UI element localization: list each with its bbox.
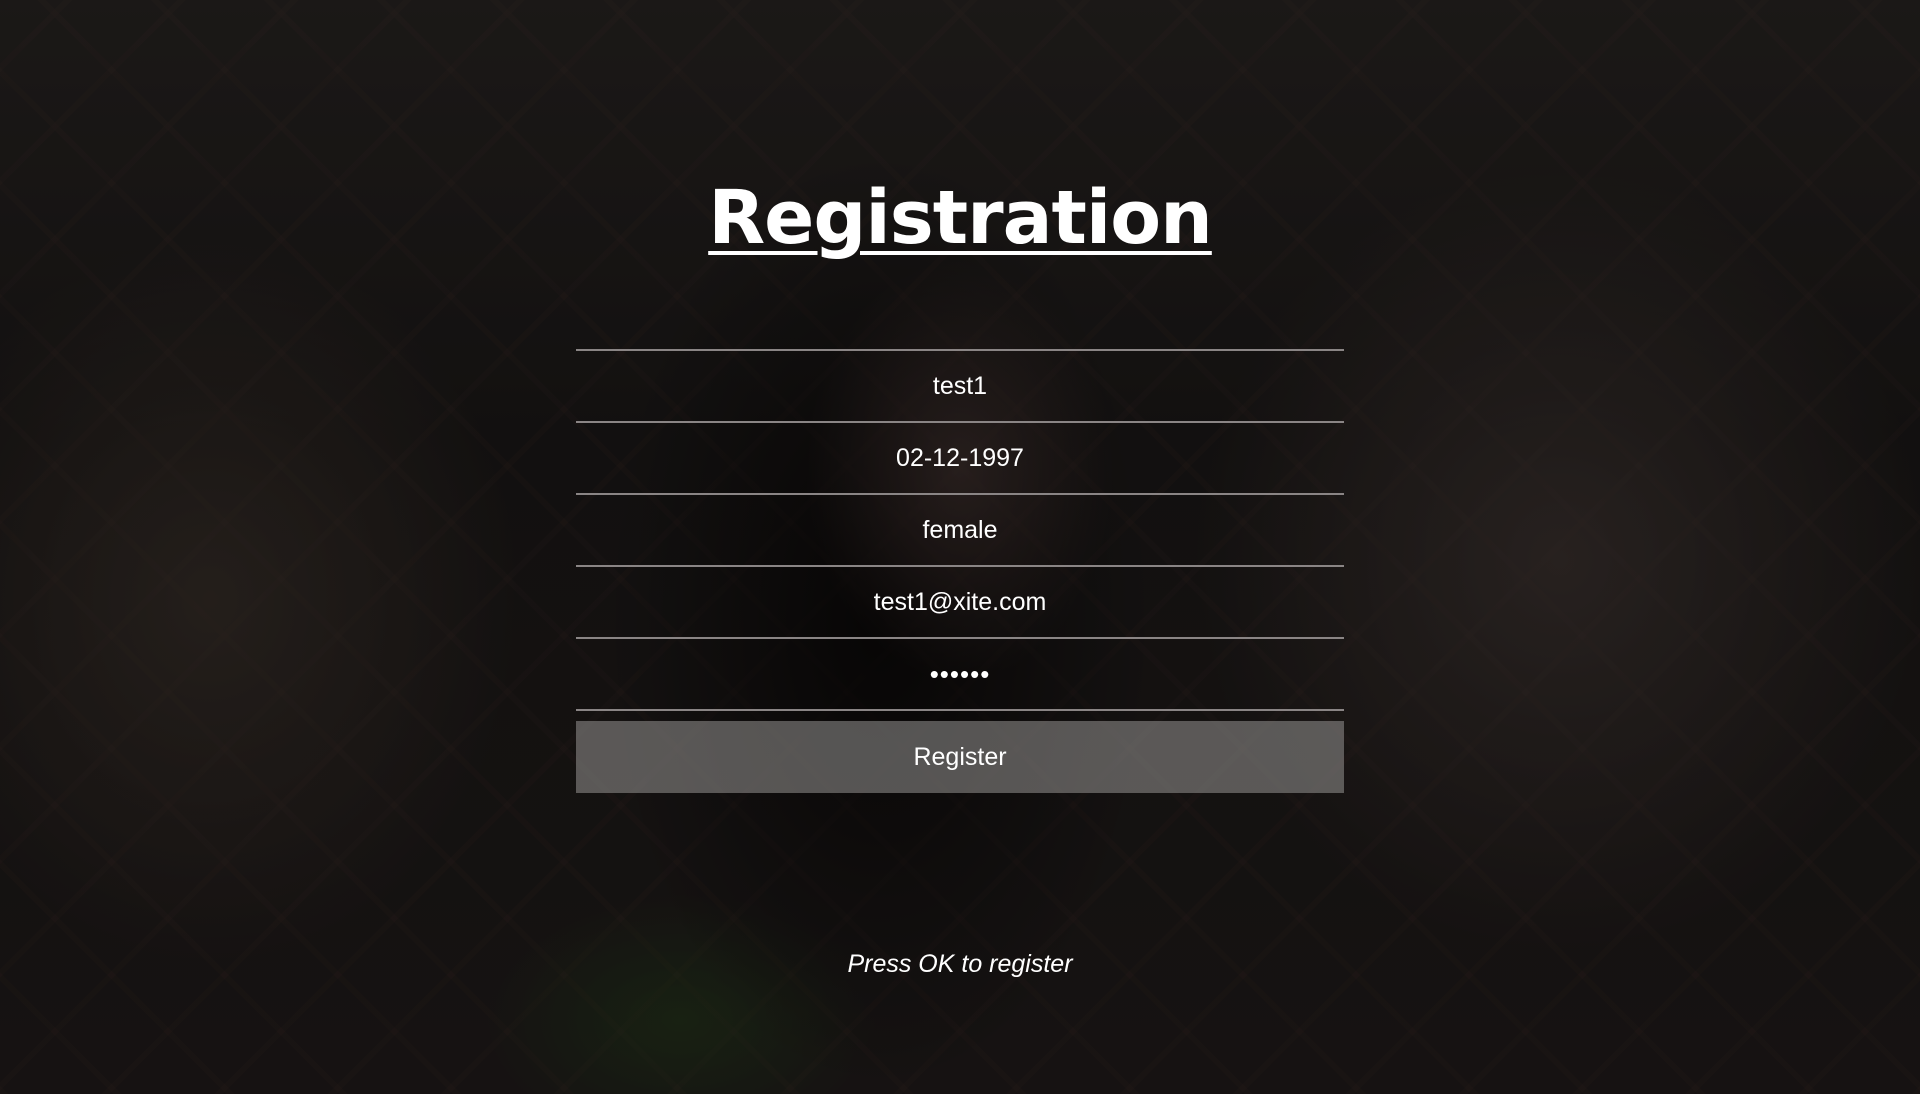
username-field[interactable]: test1 (576, 349, 1344, 421)
birthdate-field[interactable]: 02-12-1997 (576, 421, 1344, 493)
gender-field[interactable]: female (576, 493, 1344, 565)
register-hint-text: Press OK to register (847, 950, 1073, 978)
registration-content: Registration test1 02-12-1997 female tes… (0, 0, 1920, 1094)
registration-screen: Registration test1 02-12-1997 female tes… (0, 0, 1920, 1094)
password-field[interactable]: •••••• (576, 637, 1344, 711)
page-title: Registration (708, 175, 1213, 261)
register-button[interactable]: Register (576, 721, 1344, 793)
registration-form: test1 02-12-1997 female test1@xite.com •… (576, 349, 1344, 793)
email-field[interactable]: test1@xite.com (576, 565, 1344, 637)
